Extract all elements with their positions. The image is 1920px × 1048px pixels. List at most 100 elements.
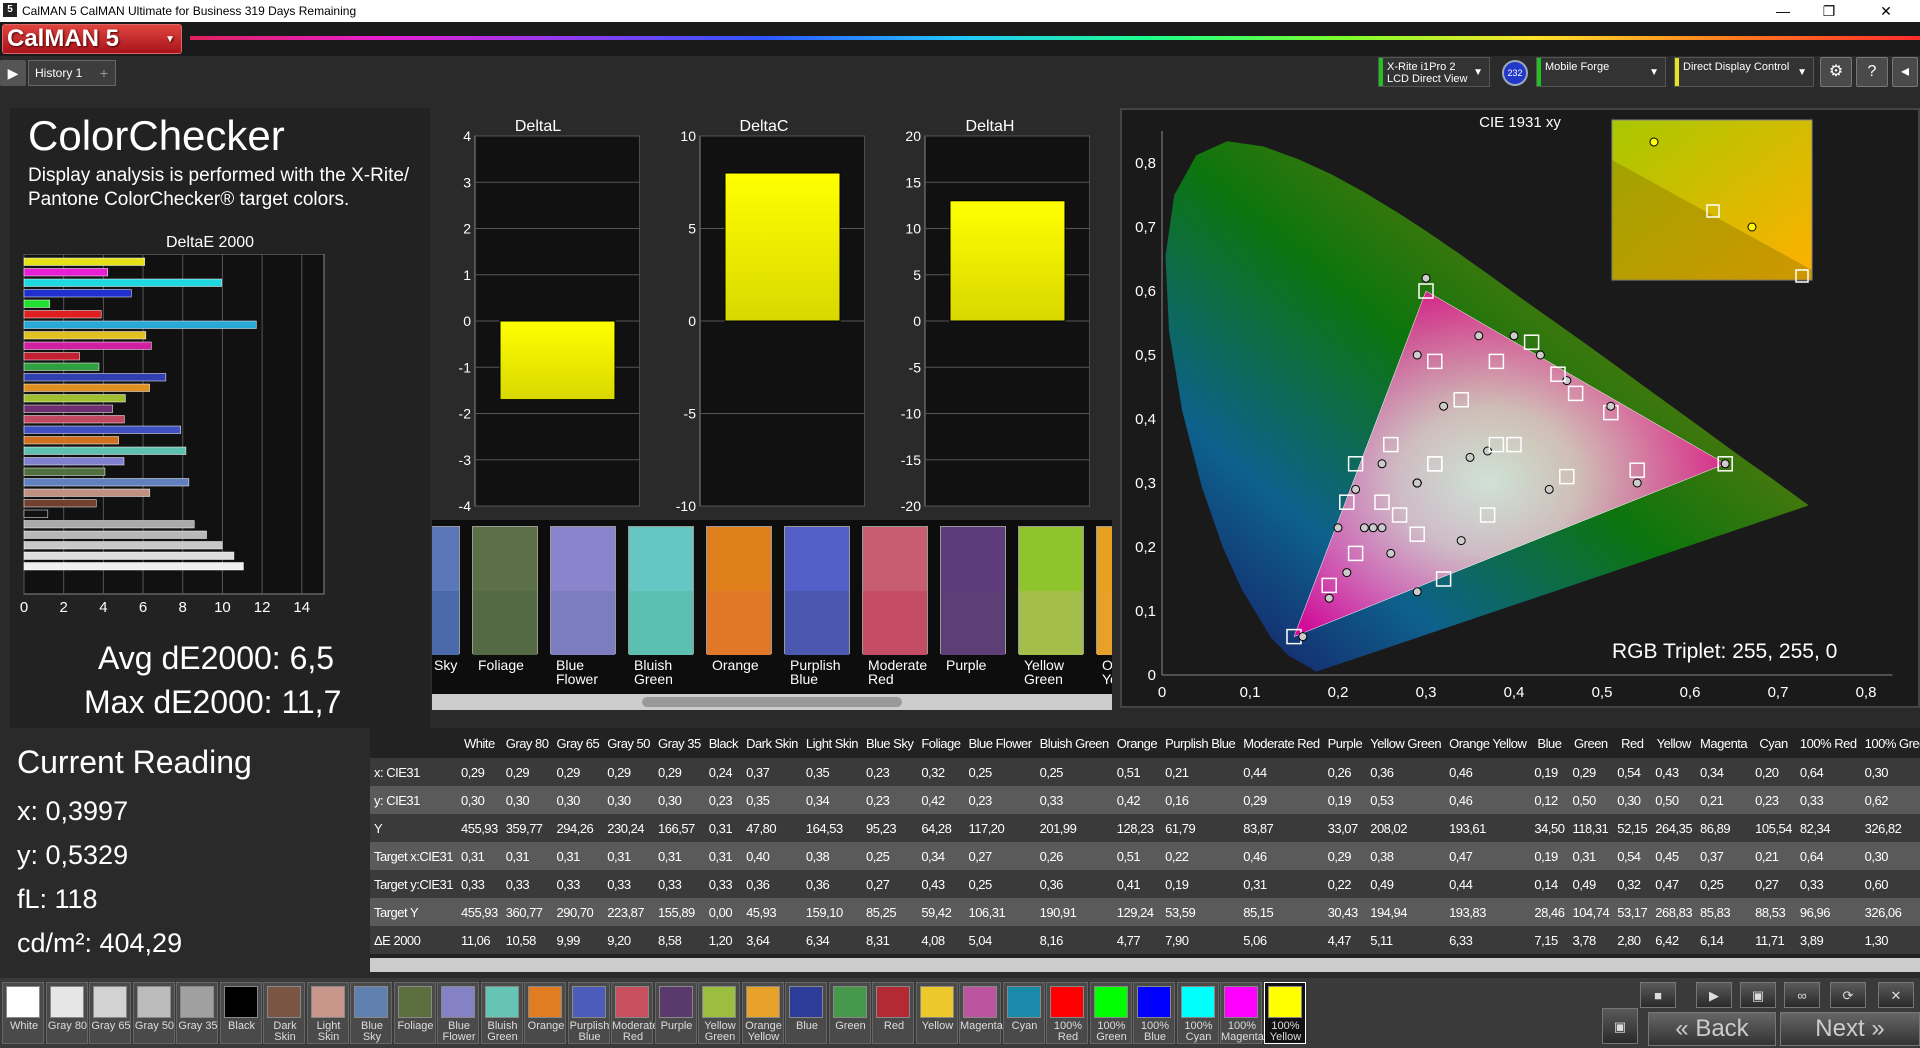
play-icon[interactable]: ▶ [0,60,26,86]
table-cell: 0,31 [708,848,733,864]
patch-button[interactable]: Magenta [959,982,1003,1044]
patch-button[interactable]: 100% Cyan [1176,982,1219,1044]
close-icon[interactable]: ✕ [1878,982,1914,1008]
meter-selector[interactable]: X-Rite i1Pro 2 LCD Direct View ▼ [1378,57,1490,87]
column-header: Magenta [1700,735,1748,751]
next-button[interactable]: Next » [1780,1012,1920,1046]
swatch-scrollbar[interactable] [432,694,1112,710]
patch-label: Magenta [960,1020,1003,1032]
patch-button[interactable]: Blue Flower [437,982,479,1044]
table-scrollbar[interactable] [370,958,1920,972]
record-icon[interactable]: ▣ [1602,1008,1638,1044]
help-icon[interactable]: ? [1856,57,1888,87]
swatch-target [629,527,693,591]
patch-button[interactable]: Gray 50 [132,982,175,1044]
scroll-thumb[interactable] [642,697,902,707]
patch-button[interactable]: Dark Skin [263,982,305,1044]
patch-button[interactable]: Blue Sky [350,982,392,1044]
table-cell: 0,46 [1449,764,1473,780]
patch-chip [180,986,214,1018]
column-header: White [464,735,495,751]
table-cell: 8,16 [1039,932,1064,948]
inset-measured [1747,222,1757,232]
patch-button[interactable]: Purplish Blue [567,982,610,1044]
measured-marker [1456,536,1466,546]
swatch-target [863,527,927,591]
save-icon[interactable]: ▣ [1740,982,1776,1008]
table-cell: 166,57 [658,820,695,836]
table-cell: 0,51 [1116,764,1141,780]
patch-button[interactable]: 100% Green [1089,982,1132,1044]
table-cell: 0,44 [1243,764,1267,780]
refresh-icon[interactable]: ⟳ [1830,982,1866,1008]
patch-button[interactable]: Cyan [1002,982,1045,1044]
table-cell: 0,40 [746,848,770,864]
loop-icon[interactable]: ∞ [1784,982,1820,1008]
table-cell: 33,07 [1327,820,1359,836]
deltae-bar [23,499,97,508]
patch-button[interactable]: Foliage [393,982,436,1044]
color-swatch [1096,526,1112,655]
meter-badge[interactable]: 232 [1502,60,1528,86]
stop-icon[interactable]: ■ [1640,982,1676,1008]
patch-button[interactable]: Red [872,982,914,1044]
patch-button[interactable]: Gray 80 [45,982,88,1044]
patch-button[interactable]: Yellow [915,982,958,1044]
patch-button[interactable]: Purple [654,982,697,1044]
patch-chip [1137,986,1171,1018]
back-button[interactable]: « Back [1648,1012,1776,1046]
restore-button[interactable]: ❐ [1806,0,1852,22]
table-cell: 3,64 [746,932,770,948]
patch-button[interactable]: Green [828,982,871,1044]
add-tab-button[interactable]: + [92,60,116,86]
patch-label: 100% Blue [1140,1020,1170,1043]
settings-gear-icon[interactable]: ⚙ [1820,57,1852,87]
patch-button[interactable]: Black [219,982,262,1044]
patch-label: 100% Green [1096,1020,1127,1043]
minimize-button[interactable]: — [1760,0,1806,22]
table-cell: 0,23 [866,764,890,780]
column-header: Blue [1537,735,1562,751]
patch-button[interactable]: Orange Yellow [741,982,784,1044]
patch-button[interactable]: 100% Magenta [1220,982,1264,1044]
tick-label: -5 [909,359,922,375]
patch-button[interactable]: Gray 35 [176,982,218,1044]
table-cell: 190,91 [1039,904,1077,920]
reading-cdm2: cd/m²: 404,29 [17,928,183,958]
patch-button[interactable]: Moderate Red [611,982,659,1044]
patch-button[interactable]: Bluish Green [480,982,523,1044]
chevron-down-icon: ▼ [1649,67,1659,78]
chevron-down-icon: ▼ [1473,67,1483,78]
table-cell: 0,31 [1572,848,1596,864]
page-title: ColorChecker [28,112,285,159]
table-cell: 104,74 [1572,904,1610,920]
patch-button[interactable]: Blue [785,982,827,1044]
table-cell: 85,83 [1700,904,1731,920]
cie-x-tick: 0,4 [1504,684,1525,701]
meter-accent [1379,58,1383,86]
patch-button[interactable]: Yellow Green [698,982,740,1044]
patch-button[interactable]: 100% Blue [1133,982,1175,1044]
patch-label: Moderate Red [612,1020,659,1043]
patch-button[interactable]: Gray 65 [89,982,131,1044]
patch-button[interactable]: Light Skin [306,982,349,1044]
patch-label: Foliage [397,1020,434,1032]
deltae-bar [23,520,195,529]
play-icon[interactable]: ▶ [1696,982,1732,1008]
patch-button[interactable]: White [2,982,44,1044]
deltac-chart: 10 5 0 -5 -10 [676,128,865,514]
patch-button[interactable]: 100% Red [1046,982,1088,1044]
patch-button[interactable]: 100% Yellow [1263,982,1306,1044]
table-cell: 4,47 [1327,932,1352,948]
table-cell: 326,82 [1864,820,1902,836]
display-selector[interactable]: Direct Display Control ▼ [1674,57,1814,87]
patch-button[interactable]: Orange [524,982,566,1044]
calman-logo-menu[interactable]: CalMAN 5 ▼ [2,24,182,54]
table-cell: 0,50 [1655,792,1679,808]
source-selector[interactable]: Mobile Forge ▼ [1536,57,1666,87]
collapse-arrow-icon[interactable]: ◂ [1892,57,1918,87]
table-cell: 0,42 [921,792,945,808]
back-arrow-icon: « [1675,1015,1689,1042]
deltae-bar [23,404,113,413]
close-button[interactable]: ✕ [1852,0,1920,22]
